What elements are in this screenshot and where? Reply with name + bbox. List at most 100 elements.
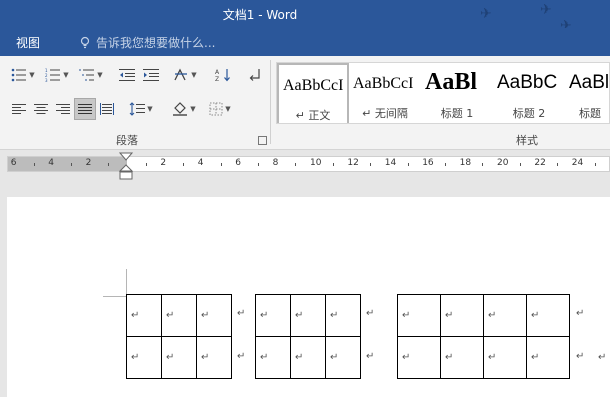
ruler-tick [33,163,35,166]
align-center-icon [34,104,48,114]
end-of-row-mark: ↵ [237,351,246,362]
tell-me-box[interactable]: 告诉我您想要做什么... [78,34,215,51]
style-name: 标题 [579,107,601,120]
chevron-down-icon: ▼ [147,105,153,113]
increase-indent-button[interactable] [140,64,162,86]
style-sample: AaBbC [497,72,558,93]
tell-me-placeholder: 告诉我您想要做什么... [96,36,216,50]
increase-indent-icon [143,69,159,81]
table-row: ↵ ↵ ↵ [126,294,232,337]
end-of-row-mark: ↵ [576,351,585,362]
borders-button[interactable]: ▼ [204,98,236,120]
sort-icon: AZ [215,69,230,82]
bullets-button[interactable]: ▼ [8,64,38,86]
table-row: ↵ ↵ ↵ ↵ [397,336,570,379]
ruler-tick-label: 8 [272,158,279,168]
numbering-button[interactable]: 123 ▼ [42,64,72,86]
ruler-tick-label: 22 [534,158,546,168]
line-spacing-button[interactable]: ▼ [126,98,156,120]
decrease-indent-button[interactable] [116,64,138,86]
end-of-row-mark: ↵ [237,308,246,319]
ruler-tick-label: 2 [85,158,92,168]
style-heading-2[interactable]: AaBbC 标题 2 [493,63,565,123]
table-cell[interactable]: ↵ [196,294,232,337]
chevron-down-icon: ▼ [97,71,103,79]
ruler-tick [444,163,446,166]
table-cell[interactable]: ↵ [126,294,162,337]
align-right-button[interactable] [52,98,74,120]
ruler-tick [594,163,596,166]
tab-view[interactable]: 视图 [16,34,40,51]
paint-bucket-icon [173,102,188,116]
document-table[interactable]: ↵ ↵ ↵ ↵ ↵ ↵ [255,294,361,379]
table-cell[interactable]: ↵ [161,336,197,379]
ruler-tick [332,163,334,166]
align-center-button[interactable] [30,98,52,120]
chevron-down-icon: ▼ [63,71,69,79]
style-title[interactable]: AaBl 标题 [565,63,610,123]
horizontal-ruler[interactable]: 6 4 2 2 4 6 8 10 12 14 16 18 20 22 24 [7,156,610,172]
table-cell[interactable]: ↵ [255,336,291,379]
style-sample: AaBl [569,72,610,93]
table-cell[interactable]: ↵ [325,294,361,337]
table-cell[interactable]: ↵ [255,294,291,337]
table-cell[interactable]: ↵ [325,336,361,379]
svg-text:Z: Z [215,76,219,82]
end-of-row-mark: ↵ [366,351,375,362]
table-row: ↵ ↵ ↵ [126,336,232,379]
ruler-tick-label: 6 [10,158,17,168]
document-table[interactable]: ↵ ↵ ↵ ↵ ↵ ↵ ↵ ↵ [397,294,570,379]
table-cell[interactable]: ↵ [526,336,570,379]
table-row: ↵ ↵ ↵ [255,294,361,337]
ruler-tick [519,163,521,166]
style-name: ↵ 无间隔 [362,107,408,120]
table-cell[interactable]: ↵ [161,294,197,337]
table-cell[interactable]: ↵ [397,294,441,337]
paragraph-dialog-launcher[interactable] [258,136,267,145]
sort-button[interactable]: AZ [212,64,234,86]
ruler-tick [257,163,259,166]
ruler-tick-label: 12 [347,158,359,168]
justify-button[interactable] [74,98,96,120]
bird-decoration-icon: ✈ [540,2,552,18]
table-cell[interactable]: ↵ [440,294,484,337]
style-normal[interactable]: AaBbCcI ↵ 正文 [277,63,349,123]
style-heading-1[interactable]: AaBl 标题 1 [421,63,493,123]
indent-marker-icon[interactable] [119,152,133,180]
bird-decoration-icon: ✈ [480,6,492,22]
ruler-tick-label: 18 [459,158,472,168]
table-cell[interactable]: ↵ [126,336,162,379]
ruler-tick-label: 4 [197,158,204,168]
document-table[interactable]: ↵ ↵ ↵ ↵ ↵ ↵ [126,294,232,379]
ruler-tick-label: 14 [384,158,397,168]
shading-button[interactable]: ▼ [168,98,200,120]
ruler-tick [108,163,110,166]
table-cell[interactable]: ↵ [196,336,232,379]
align-left-button[interactable] [8,98,30,120]
ribbon: ▼ 123 ▼ ▼ ▼ AZ ▼ ▼ ▼ 段落 AaBbCcI ↵ 正文 AaB… [0,56,610,150]
table-cell[interactable]: ↵ [397,336,441,379]
table-cell[interactable]: ↵ [483,294,527,337]
ruler-tick-label: 20 [497,158,509,168]
end-of-row-mark: ↵ [576,308,585,319]
style-name: ↵ 正文 [295,109,331,122]
ruler-tick [370,163,372,166]
chevron-down-icon: ▼ [190,105,196,113]
ruler-tick-label: 16 [422,158,434,168]
align-left-icon [12,104,26,114]
distributed-button[interactable] [96,98,118,120]
asian-layout-button[interactable]: ▼ [170,64,200,86]
table-cell[interactable]: ↵ [483,336,527,379]
style-no-spacing[interactable]: AaBbCcI ↵ 无间隔 [349,63,421,123]
distributed-icon [100,103,114,115]
ribbon-tab-row: 视图 告诉我您想要做什么... [0,28,610,56]
show-hide-marks-button[interactable] [244,64,266,86]
chevron-down-icon: ▼ [29,71,35,79]
multilevel-list-button[interactable]: ▼ [76,64,106,86]
table-cell[interactable]: ↵ [290,336,326,379]
table-cell[interactable]: ↵ [526,294,570,337]
table-cell[interactable]: ↵ [290,294,326,337]
end-of-row-mark: ↵ [366,308,375,319]
style-sample: AaBbCcI [283,77,344,94]
table-cell[interactable]: ↵ [440,336,484,379]
